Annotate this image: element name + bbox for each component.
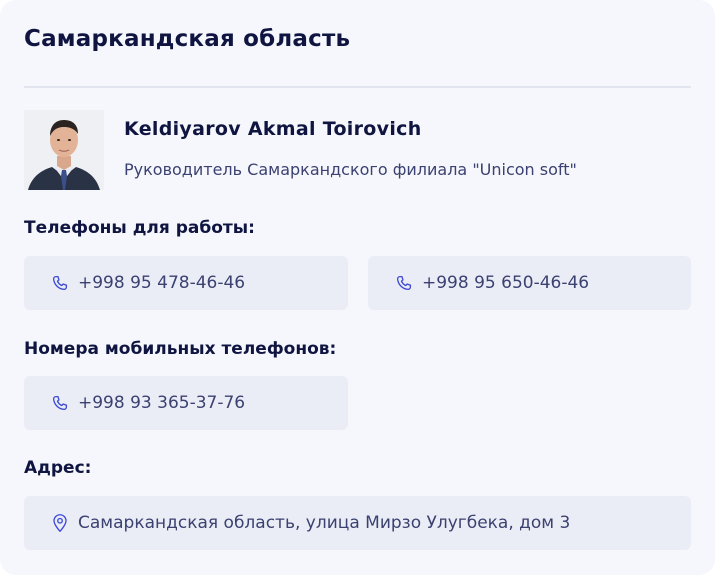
- mobile-phones-label: Номера мобильных телефонов:: [24, 339, 337, 359]
- phone-icon: [394, 273, 414, 293]
- location-pin-icon: [50, 513, 70, 533]
- address-text: Самаркандская область, улица Мирзо Улугб…: [78, 513, 571, 533]
- person-photo: [24, 110, 104, 190]
- work-phone-number: +998 95 650-46-46: [422, 273, 590, 293]
- mobile-phone-chip[interactable]: +998 93 365-37-76: [24, 376, 348, 430]
- mobile-phone-number: +998 93 365-37-76: [78, 393, 246, 413]
- phone-icon: [50, 273, 70, 293]
- work-phone-number: +998 95 478-46-46: [78, 273, 246, 293]
- region-title: Самаркандская область: [24, 26, 351, 52]
- divider: [24, 86, 691, 88]
- contact-card: Самаркандская область Keldiyarov Akmal T…: [0, 0, 715, 575]
- person-name: Keldiyarov Akmal Toirovich: [124, 118, 422, 140]
- avatar: [24, 110, 104, 190]
- address-chip[interactable]: Самаркандская область, улица Мирзо Улугб…: [24, 496, 691, 550]
- person-role: Руководитель Самаркандского филиала "Uni…: [124, 160, 577, 179]
- work-phones-label: Телефоны для работы:: [24, 218, 255, 238]
- person-block: Keldiyarov Akmal Toirovich Руководитель …: [24, 110, 691, 190]
- phone-icon: [50, 393, 70, 413]
- address-label: Адрес:: [24, 458, 92, 478]
- work-phone-chip-1[interactable]: +998 95 478-46-46: [24, 256, 348, 310]
- work-phone-chip-2[interactable]: +998 95 650-46-46: [368, 256, 691, 310]
